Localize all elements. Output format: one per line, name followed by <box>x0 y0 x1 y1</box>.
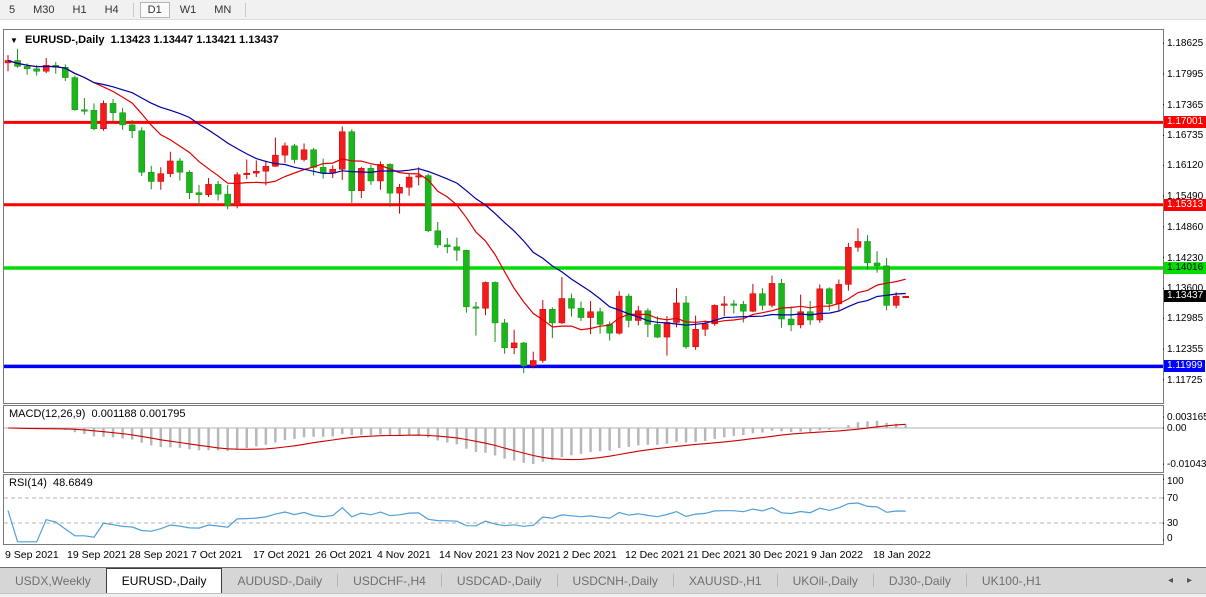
price-line-badge: 1.17001 <box>1164 116 1206 128</box>
date-axis-label: 14 Nov 2021 <box>439 549 499 561</box>
rsi-axis-label: 0 <box>1167 533 1173 544</box>
tab-scroll-right-icon[interactable]: ▸ <box>1187 575 1192 586</box>
timeframe-toolbar: 5M30H1H4 D1W1MN <box>0 0 1206 20</box>
date-axis-label: 4 Nov 2021 <box>377 549 431 561</box>
chart-tab-usdcnh-daily[interactable]: USDCNH-,Daily <box>558 568 673 593</box>
timeframe-button-H1[interactable]: H1 <box>65 2 95 18</box>
timeframe-button-W1[interactable]: W1 <box>172 2 205 18</box>
tab-scroll-left-icon[interactable]: ◂ <box>1168 575 1173 586</box>
chart-tab-usdx-weekly[interactable]: USDX,Weekly <box>0 568 106 593</box>
chart-tab-ukoil-daily[interactable]: UKOil-,Daily <box>778 568 873 593</box>
price-axis-label: 1.17995 <box>1167 69 1203 80</box>
price-axis-label: 1.18625 <box>1167 38 1203 49</box>
toolbar-separator <box>245 3 246 17</box>
main-chart-panel[interactable]: ▼ EURUSD-,Daily 1.13423 1.13447 1.13421 … <box>3 29 1164 404</box>
date-axis-label: 23 Nov 2021 <box>501 549 561 561</box>
macd-axis-label: -0.01043 <box>1167 459 1206 470</box>
rsi-label: RSI(14) 48.6849 <box>9 477 93 489</box>
price-axis-label: 1.17365 <box>1167 100 1203 111</box>
rsi-axis-label: 30 <box>1167 518 1178 529</box>
price-axis-label: 1.16120 <box>1167 160 1203 171</box>
price-line-badge: 1.11999 <box>1164 360 1205 372</box>
chart-title: ▼ EURUSD-,Daily 1.13423 1.13447 1.13421 … <box>10 34 279 46</box>
chart-tab-usdcad-daily[interactable]: USDCAD-,Daily <box>442 568 557 593</box>
timeframe-button-MN[interactable]: MN <box>206 2 239 18</box>
timeframe-button-5[interactable]: 5 <box>1 2 23 18</box>
bottom-strip <box>0 593 1206 597</box>
date-axis-label: 2 Dec 2021 <box>563 549 617 561</box>
date-axis: 9 Sep 2021 19 Sep 202128 Sep 20217 Oct 20… <box>3 545 1164 566</box>
macd-label: MACD(12,26,9) 0.001188 0.001795 <box>9 408 186 420</box>
price-line-badge: 1.15313 <box>1164 199 1206 211</box>
macd-panel[interactable]: MACD(12,26,9) 0.001188 0.001795 <box>3 405 1164 473</box>
macd-indicator-values: 0.001188 0.001795 <box>92 408 186 420</box>
timeframe-button-M30[interactable]: M30 <box>25 2 62 18</box>
price-axis-label: 1.14860 <box>1167 222 1203 233</box>
rsi-indicator-value: 48.6849 <box>53 477 93 489</box>
chart-tab-eurusd-daily[interactable]: EURUSD-,Daily <box>106 568 223 593</box>
chart-tab-dj30-daily[interactable]: DJ30-,Daily <box>874 568 966 593</box>
rsi-axis-label: 70 <box>1167 493 1178 504</box>
rsi-axis-label: 100 <box>1167 476 1184 487</box>
price-line-badge: 1.14016 <box>1164 262 1206 274</box>
macd-indicator-name: MACD(12,26,9) <box>9 408 85 420</box>
price-axis-label: 1.12985 <box>1167 313 1203 324</box>
chart-tab-xauusd-h1[interactable]: XAUUSD-,H1 <box>674 568 777 593</box>
chart-ohlc-values: 1.13423 1.13447 1.13421 1.13437 <box>111 34 279 46</box>
chart-tab-uk100-h1[interactable]: UK100-,H1 <box>967 568 1056 593</box>
date-axis-label: 17 Oct 2021 <box>253 549 310 561</box>
macd-axis-label: 0.003165 <box>1167 412 1206 423</box>
timeframe-button-D1[interactable]: D1 <box>140 2 170 18</box>
toolbar-separator <box>133 3 134 17</box>
date-axis-label: 19 Sep 2021 <box>67 549 127 561</box>
price-axis-label: 1.16735 <box>1167 130 1203 141</box>
chart-symbol-label: EURUSD-,Daily <box>25 34 104 46</box>
chart-tab-usdchf-h4[interactable]: USDCHF-,H4 <box>338 568 441 593</box>
macd-axis-label: 0.00 <box>1167 423 1186 434</box>
symbol-dropdown-icon[interactable]: ▼ <box>10 36 18 45</box>
price-axis-label: 1.12355 <box>1167 344 1203 355</box>
date-axis-label: 18 Jan 2022 <box>873 549 931 561</box>
chart-tab-bar: USDX,WeeklyEURUSD-,DailyAUDUSD-,DailyUSD… <box>0 567 1206 593</box>
date-axis-label: 12 Dec 2021 <box>625 549 685 561</box>
chart-tab-audusd-daily[interactable]: AUDUSD-,Daily <box>222 568 337 593</box>
date-axis-label: 30 Dec 2021 <box>749 549 809 561</box>
rsi-panel[interactable]: RSI(14) 48.6849 <box>3 474 1164 545</box>
rsi-indicator-name: RSI(14) <box>9 477 47 489</box>
date-axis-label: 7 Oct 2021 <box>191 549 242 561</box>
timeframe-button-H4[interactable]: H4 <box>97 2 127 18</box>
current-price-badge: 1.13437 <box>1164 290 1206 302</box>
date-axis-label: 9 Jan 2022 <box>811 549 863 561</box>
price-axis-label: 1.11725 <box>1167 375 1202 386</box>
date-axis-label: 9 Sep 2021 <box>5 549 59 561</box>
date-axis-label: 28 Sep 2021 <box>129 549 189 561</box>
date-axis-label: 21 Dec 2021 <box>687 549 747 561</box>
date-axis-label: 26 Oct 2021 <box>315 549 372 561</box>
price-axis: 1.186251.179951.173651.167351.161201.154… <box>1164 21 1206 566</box>
